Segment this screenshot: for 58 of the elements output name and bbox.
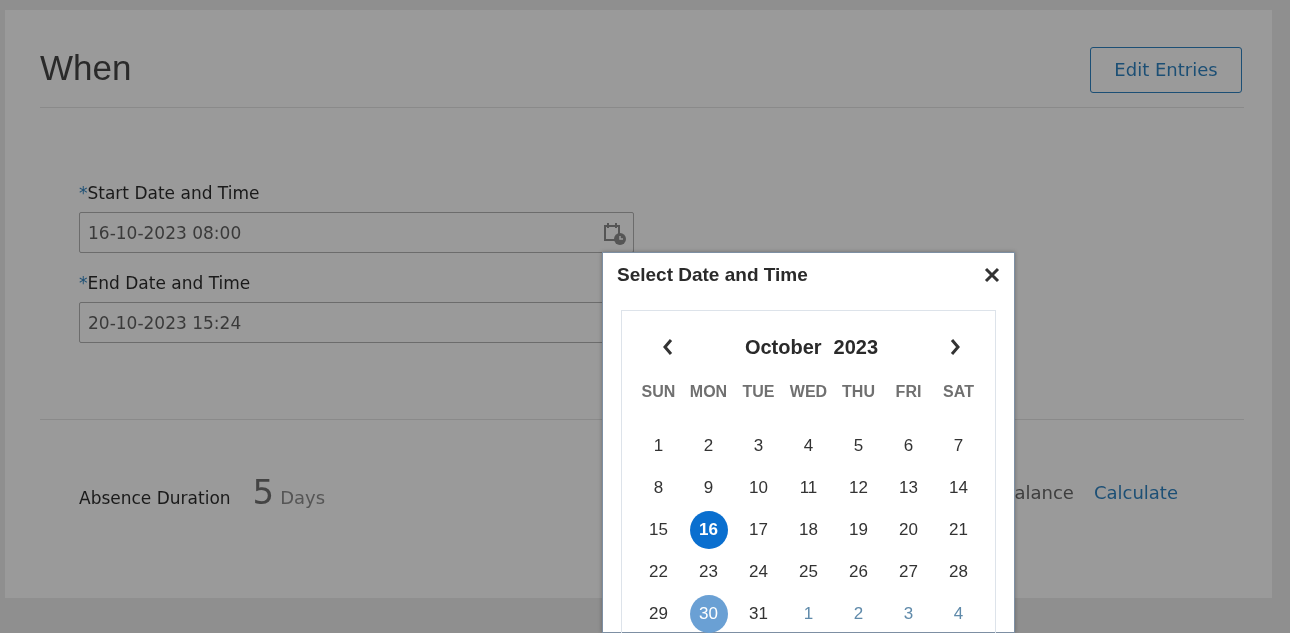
balance-label: alance	[1014, 481, 1074, 503]
calendar-day[interactable]: 17	[739, 511, 778, 549]
previous-month-icon[interactable]	[662, 338, 674, 356]
calendar-day[interactable]: 6	[889, 427, 928, 465]
calendar-day[interactable]: 31	[739, 595, 778, 633]
calendar-day[interactable]: 24	[739, 553, 778, 591]
calendar-day[interactable]: 1	[639, 427, 678, 465]
calendar-day[interactable]: 4	[789, 427, 828, 465]
calendar-day[interactable]: 2	[839, 595, 878, 633]
weekday-label: WED	[788, 383, 829, 402]
calendar-day[interactable]: 28	[939, 553, 978, 591]
calendar-day[interactable]: 12	[839, 469, 878, 507]
duration-unit: Days	[280, 487, 326, 508]
calendar-day[interactable]: 3	[889, 595, 928, 633]
required-mark: *	[79, 273, 88, 293]
calendar-day[interactable]: 1	[789, 595, 828, 633]
calendar-day[interactable]: 14	[939, 469, 978, 507]
calendar-day[interactable]: 26	[839, 553, 878, 591]
required-mark: *	[79, 183, 88, 203]
next-month-icon[interactable]	[949, 338, 961, 356]
weekday-label: SAT	[942, 383, 975, 402]
calendar-day[interactable]: 21	[939, 511, 978, 549]
weekday-label: MON	[688, 383, 729, 402]
weekday-label: TUE	[741, 383, 776, 402]
date-time-field[interactable]: 16-10-2023 08:00	[79, 212, 634, 253]
calendar-day[interactable]: 22	[639, 553, 678, 591]
calendar-day[interactable]: 18	[789, 511, 828, 549]
calendar-day[interactable]: 10	[739, 469, 778, 507]
calendar-day[interactable]: 11	[789, 469, 828, 507]
calendar-day[interactable]: 16	[689, 511, 728, 549]
section-title: When	[40, 46, 132, 88]
calendar-day[interactable]: 13	[889, 469, 928, 507]
calendar-day[interactable]: 2	[689, 427, 728, 465]
weekday-label: FRI	[894, 383, 923, 402]
calendar-day[interactable]: 23	[689, 553, 728, 591]
calendar-day[interactable]: 29	[639, 595, 678, 633]
field-label: Start Date and Time	[87, 183, 260, 203]
calendar-day[interactable]: 3	[739, 427, 778, 465]
calendar-day[interactable]: 20	[889, 511, 928, 549]
popup-title: Select Date and Time	[617, 264, 808, 286]
calendar-day[interactable]: 25	[789, 553, 828, 591]
calendar-day[interactable]: 8	[639, 469, 678, 507]
month-label: October	[744, 335, 822, 359]
calendar-day[interactable]: 4	[939, 595, 978, 633]
year-label: 2023	[833, 335, 879, 359]
close-icon[interactable]	[984, 267, 1000, 283]
calendar-day[interactable]: 5	[839, 427, 878, 465]
calendar-day[interactable]: 19	[839, 511, 878, 549]
field-label: End Date and Time	[87, 273, 251, 293]
duration-value: 5	[252, 472, 275, 512]
calendar-day[interactable]: 15	[639, 511, 678, 549]
calendar-day[interactable]: 9	[689, 469, 728, 507]
weekday-label: SUN	[640, 383, 677, 402]
duration-label: Absence Duration	[79, 488, 231, 508]
calendar-day[interactable]: 7	[939, 427, 978, 465]
weekday-label: THU	[841, 383, 876, 402]
calendar-clock-icon[interactable]	[603, 220, 627, 245]
calendar-day[interactable]: 27	[889, 553, 928, 591]
